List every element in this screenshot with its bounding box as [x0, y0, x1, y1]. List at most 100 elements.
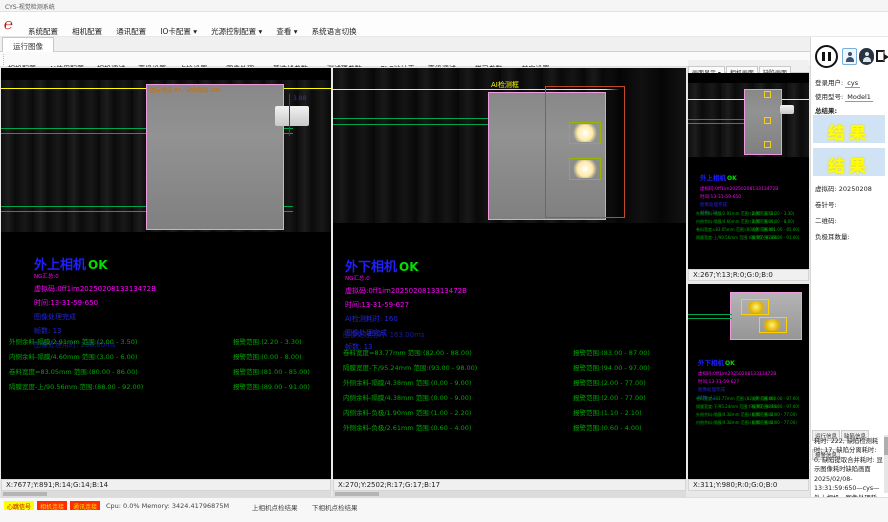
total-result-label: 总结果: — [815, 105, 837, 115]
user-switch-button[interactable] — [859, 48, 874, 65]
blue-measure-value: 3.88 — [293, 95, 306, 102]
ng-summary: NG汇总:0 — [345, 274, 467, 282]
roi-marker — [764, 91, 771, 98]
process-done: 图像处理完成 — [34, 312, 156, 322]
result-ok: OK — [399, 260, 419, 274]
roi-marker — [764, 117, 771, 124]
camera-view-lower[interactable]: AI检测框 外下相机OK NG汇总:0 虚拟码:0ff1im2025020813… — [333, 68, 686, 479]
virtual-code: 虚拟码:0ff1im2025020813313472B — [345, 286, 467, 296]
defect-roi-box — [569, 158, 601, 180]
blue-measure-marker — [289, 94, 290, 136]
toolbar-handle — [3, 54, 5, 65]
window-title: CYS-视觉检测系统 — [5, 4, 55, 11]
roi-marker — [764, 141, 771, 148]
capture-time: 时间:13-31-59-627 — [345, 300, 467, 310]
measure-row: 隔膜宽度-上/90.56mm 范围:(88.00 - 92.00)报警范围:(8… — [9, 381, 310, 396]
mini-rows-lower: 卷料宽度=83.77mm 范围:(82.00 - 88.00)报警范围:(83.… — [696, 396, 799, 428]
mini-view-upper[interactable]: 外上相机OK 虚拟码:0ff1im2025020813313472B 时间:13… — [688, 73, 809, 269]
lower-camera-check[interactable]: 下相机点检结果 — [312, 502, 358, 512]
camera-connect-badge: 相机连接 — [37, 501, 67, 510]
capture-time: 时间:13-31-59-650 — [34, 298, 156, 308]
measure-row: 外侧余料-隔膜/2.91mm 范围:(2.00 - 3.50)报警范围:(2.2… — [9, 336, 310, 351]
pixel-coordinates-mini-upper: X:267;Y:13;R:0;G:0;B:0 — [688, 269, 809, 281]
menu-camera-config[interactable]: 相机配置 — [72, 27, 102, 36]
result-badge-lower: 结果 — [813, 148, 885, 176]
login-user-row: 登录用户: cys — [815, 77, 860, 87]
measure-row: 外侧余料-负极/2.61mm 范围:(0.60 - 4.00)报警范围:(0.6… — [343, 422, 650, 437]
control-panel: 登录用户: cys 使用型号: Model1 总结果: 结果 结果 虚拟码: 2… — [810, 37, 888, 497]
virtual-code: 虚拟码:0ff1im2025020813313472B — [34, 284, 156, 294]
result-badge-upper: 结果 — [813, 115, 885, 143]
exit-button[interactable] — [875, 48, 888, 65]
person-icon — [846, 52, 854, 62]
ng-summary: NG汇总:0 — [34, 272, 156, 280]
virtual-code-row: 虚拟码: 20250208 — [815, 183, 872, 193]
mini-view-lower[interactable]: 外下相机OK 虚拟码:0ff1im2025020813313472B 时间:13… — [688, 284, 809, 479]
separator-roi: 固定阈值:93，动态阈值:100 — [146, 84, 284, 230]
menu-comm-config[interactable]: 通讯配置 — [116, 27, 146, 36]
status-bar: 心跳信号 相机连接 通讯连接 Cpu: 0.0% Memory: 3424.41… — [0, 497, 888, 522]
camera-image-lower[interactable]: AI检测框 — [333, 68, 686, 223]
virtual-code-value: 20250208 — [839, 185, 872, 193]
menu-io-config[interactable]: IO卡配置 ▾ — [160, 27, 197, 36]
menu-view[interactable]: 查看 ▾ — [276, 27, 297, 36]
process-elapsed: 图像处理用时: 163.00ms — [343, 330, 650, 340]
measure-row: 卷料宽度=83.05mm 范围:(80.00 - 86.00)报警范围:(81.… — [9, 366, 310, 381]
result-ok: OK — [88, 258, 108, 272]
menubar: ℮ 系统配置 相机配置 通讯配置 IO卡配置 ▾ 光源控制配置 ▾ 查看 ▾ 系… — [0, 12, 888, 37]
comm-connect-badge: 通讯连接 — [70, 501, 100, 510]
mini-overlay-lower: 外下相机OK 虚拟码:0ff1im2025020813313472B 时间:13… — [698, 350, 776, 401]
ai-box-label: AI检测框 — [491, 80, 519, 90]
pixel-coordinates-upper: X:7677;Y:891;R:14;G:14;B:14 — [1, 479, 331, 491]
pixel-coordinates-mini-lower: X:311;Y:980;R:0;G:0;B:0 — [688, 479, 809, 491]
tab-row: 运行图像 — [0, 37, 888, 52]
mini-image-lower[interactable] — [730, 292, 802, 340]
measure-row: 内侧余料-隔膜/4.38mm 范围:(0.00 - 9.00)报警范围:(2.0… — [343, 392, 650, 407]
menu-system-config[interactable]: 系统配置 — [28, 27, 58, 36]
mini-view-tabs: 画面显示 ▾相机画面缺陷画面 — [688, 60, 809, 73]
menu-language-switch[interactable]: 系统语言切换 — [312, 27, 357, 36]
info-tabs: 运行信息缺陷信息报警信息 — [811, 423, 888, 435]
tab-count-row: 负极耳数量: — [815, 231, 850, 241]
frame-count: 帧数: 13 — [34, 326, 156, 336]
measurement-rows-lower: 图像处理用时: 163.00ms 卷料宽度=83.77mm 范围:(82.00 … — [343, 330, 650, 437]
measurement-rows-upper: 外侧余料-隔膜/2.91mm 范围:(2.00 - 3.50)报警范围:(2.2… — [9, 336, 310, 396]
arrow-icon — [884, 54, 888, 60]
ai-elapsed: AI检测耗时: 160 — [345, 314, 467, 324]
cpu-memory-text: Cpu: 0.0% Memory: 3424.41796875M — [106, 502, 229, 510]
app-window: CYS-视觉检测系统 ℮ 系统配置 相机配置 通讯配置 IO卡配置 ▾ 光源控制… — [0, 0, 888, 522]
model-row: 使用型号: Model1 — [815, 91, 873, 101]
pin-number-row: 卷针号: — [815, 199, 837, 209]
measure-row: 外侧余料-隔膜/4.38mm 范围:(0.00 - 9.00)报警范围:(2.0… — [343, 377, 650, 392]
camera-view-upper[interactable]: 固定阈值:93，动态阈值:100 3.88 外上相机OK NG汇总:0 虚拟码:… — [1, 68, 331, 479]
tab-run-image[interactable]: 运行图像 — [2, 37, 54, 52]
measure-row: 内侧余料-负极/1.90mm 范围:(1.00 - 2.20)报警范围:(1.1… — [343, 407, 650, 422]
camera-name: 外下相机 — [345, 260, 397, 275]
pause-button[interactable] — [815, 45, 838, 68]
camera-name: 外上相机 — [34, 258, 86, 273]
login-user-value: cys — [845, 79, 860, 88]
threshold-label: 固定阈值:93，动态阈值:100 — [150, 86, 221, 94]
camera-image-upper[interactable]: 固定阈值:93，动态阈值:100 3.88 — [1, 80, 331, 232]
measure-line-green — [333, 118, 493, 119]
measure-line-green — [333, 124, 493, 125]
upper-camera-check[interactable]: 上相机点检结果 — [252, 502, 298, 512]
measure-row: 隔膜宽度-下/95.24mm 范围:(93.00 - 98.00)报警范围:(9… — [343, 362, 650, 377]
mini-image-upper[interactable] — [688, 83, 809, 157]
metal-clip — [275, 106, 309, 126]
heartbeat-badge: 心跳信号 — [4, 501, 34, 510]
measure-row: 卷料宽度=83.77mm 范围:(82.00 - 88.00)报警范围:(83.… — [343, 347, 650, 362]
defect-roi-box — [569, 122, 601, 144]
app-logo-icon: ℮ — [3, 15, 24, 33]
user-login-button[interactable] — [842, 48, 857, 65]
person-icon — [863, 52, 871, 62]
measure-row: 内侧余料-隔膜/4.60mm 范围:(3.00 - 6.00)报警范围:(0.0… — [9, 351, 310, 366]
log-scrollbar[interactable] — [884, 435, 888, 493]
mini-rows-upper: 外侧余料-隔膜/2.91mm 范围:(2.00 - 3.50)报警范围:(2.2… — [696, 211, 799, 243]
model-value: Model1 — [845, 93, 873, 102]
pixel-coordinates-lower: X:270;Y:2502;R:17;G:17;B:17 — [333, 479, 686, 491]
menu-light-config[interactable]: 光源控制配置 ▾ — [211, 27, 262, 36]
qr-code-row: 二维码: — [815, 215, 837, 225]
titlebar: CYS-视觉检测系统 — [0, 0, 888, 12]
ai-detect-box — [545, 86, 625, 218]
